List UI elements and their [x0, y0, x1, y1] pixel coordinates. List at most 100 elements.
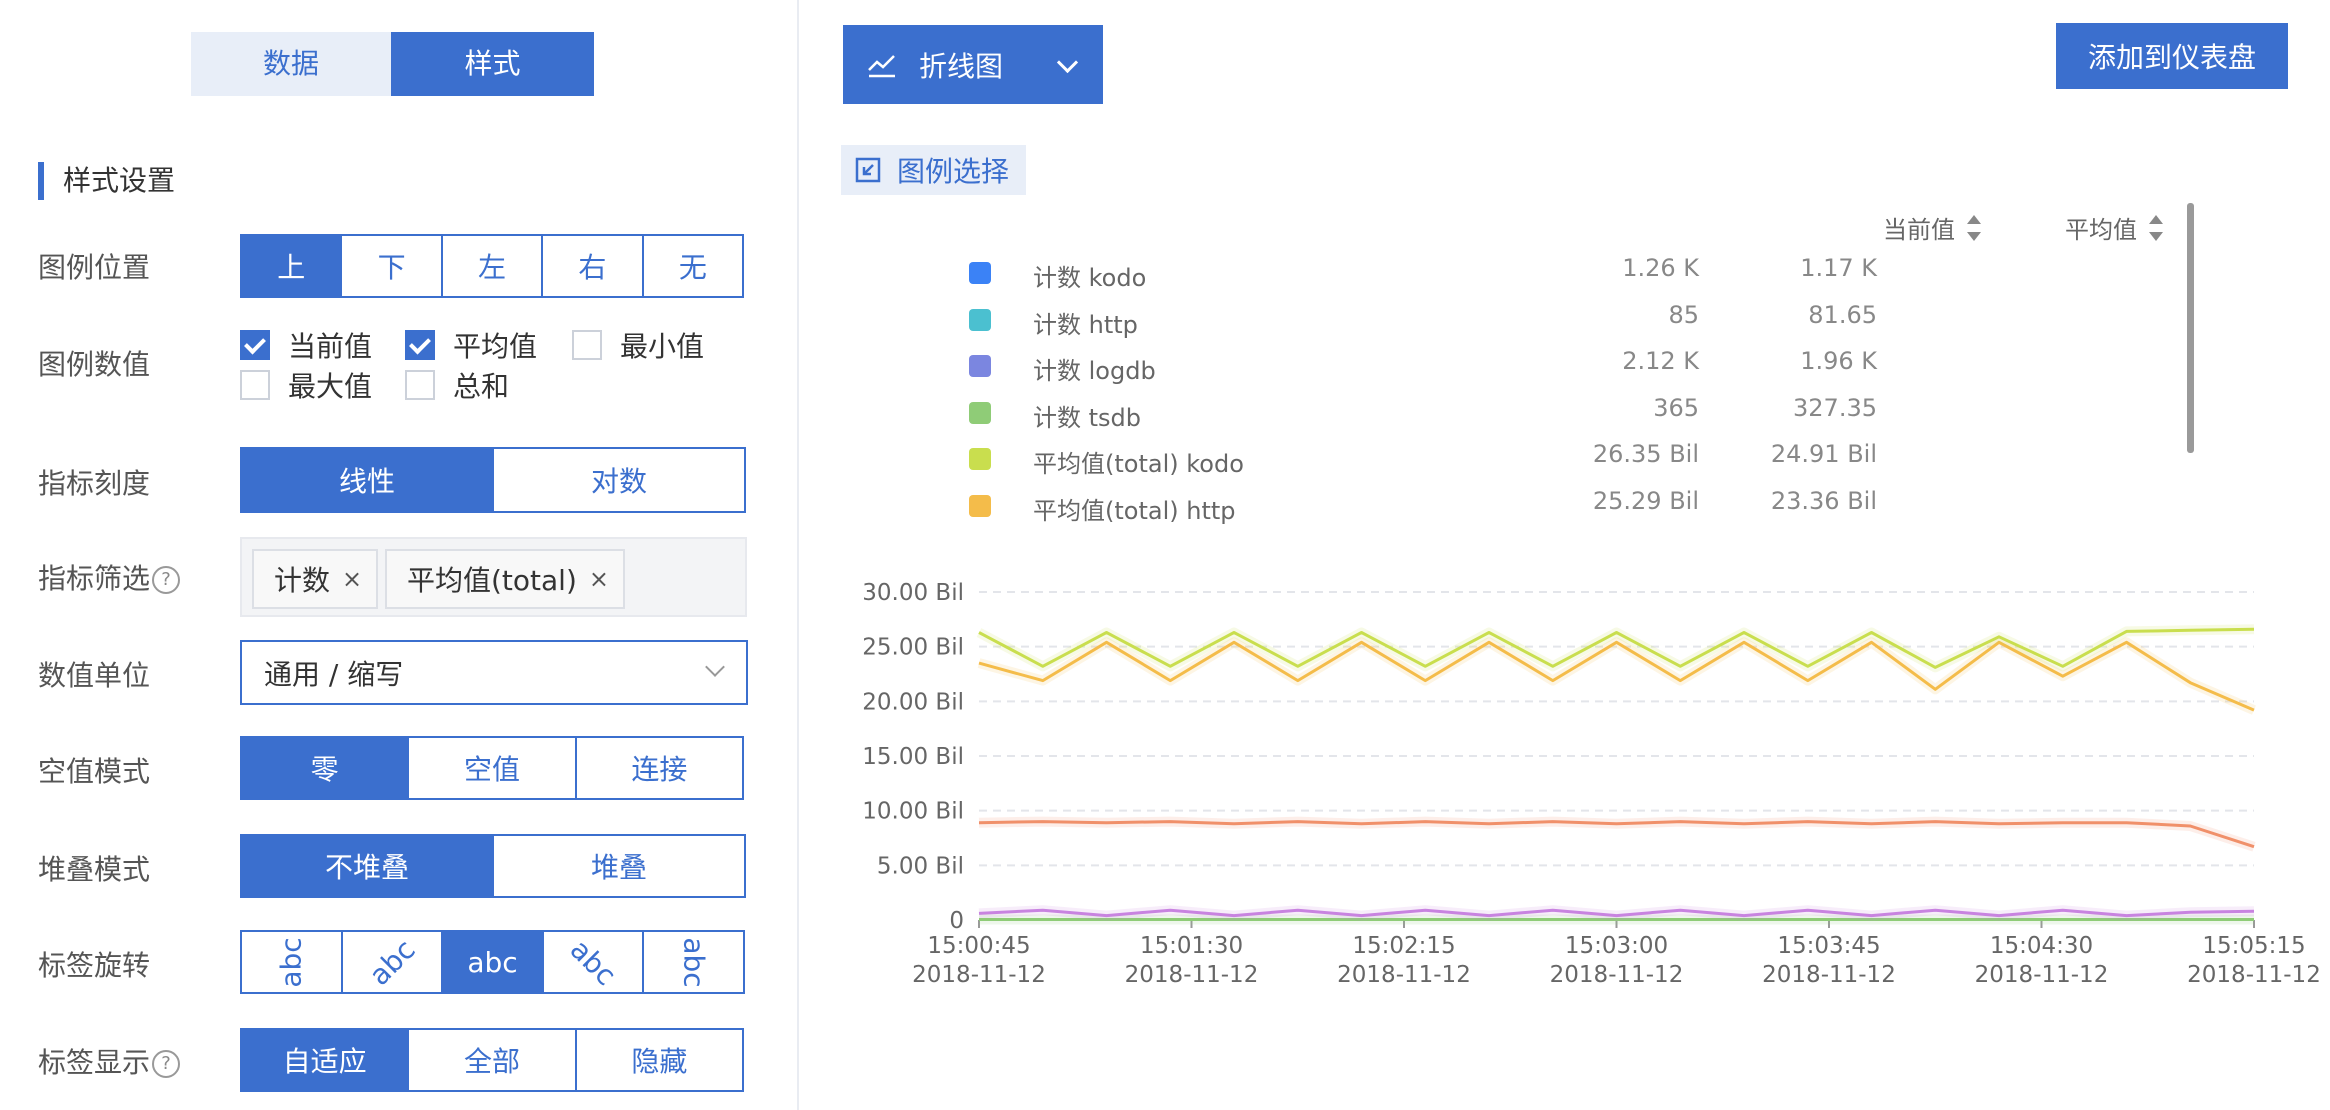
x-tick-label: 15:02:15	[1352, 933, 1455, 959]
checkbox-current-box[interactable]	[240, 330, 270, 360]
legend-position-bottom[interactable]: 下	[340, 236, 440, 296]
stack-mode-none[interactable]: 不堆叠	[242, 836, 492, 896]
legend-select-button[interactable]: 图例选择	[841, 145, 1026, 195]
tab-style[interactable]: 样式	[391, 32, 594, 96]
chart-type-label: 折线图	[919, 49, 1004, 83]
legend-average-value: 1.17 K	[1800, 254, 1877, 282]
null-mode-group: 零 空值 连接	[240, 736, 744, 800]
checkbox-average-label: 平均值	[453, 330, 538, 363]
metric-scale-linear[interactable]: 线性	[242, 449, 492, 511]
value-unit-label: 数值单位	[38, 659, 151, 692]
x-tick-label: 15:03:45	[1777, 933, 1880, 959]
legend-values-label: 图例数值	[38, 348, 151, 381]
legend-header-average[interactable]: 平均值	[2065, 210, 2163, 245]
checkbox-current-label: 当前值	[288, 330, 373, 363]
x-tick-date-label: 2018-11-12	[1550, 962, 1684, 988]
checkbox-min-box[interactable]	[572, 330, 602, 360]
null-mode-label: 空值模式	[38, 755, 151, 788]
legend-row[interactable]: 平均值(total) http 25.29 Bil 23.36 Bil	[799, 483, 2199, 529]
legend-row[interactable]: 计数 kodo 1.26 K 1.17 K	[799, 250, 2199, 296]
label-display-group: 自适应 全部 隐藏	[240, 1028, 744, 1092]
stack-mode-group: 不堆叠 堆叠	[240, 834, 746, 898]
checkbox-max[interactable]: 最大值	[240, 365, 372, 405]
checkbox-average[interactable]: 平均值	[405, 325, 537, 365]
close-icon[interactable]: ×	[589, 565, 609, 593]
label-rotate-neg45[interactable]: abc	[541, 932, 643, 992]
sort-icon[interactable]	[1967, 214, 1981, 241]
null-mode-connect[interactable]: 连接	[574, 738, 742, 798]
add-to-dashboard-button[interactable]: 添加到仪表盘	[2056, 23, 2288, 89]
metric-filter-label: 指标筛选?	[38, 557, 181, 597]
legend-current-value: 1.26 K	[1622, 254, 1699, 282]
rotate-sample: abc	[467, 945, 518, 979]
legend-current-value: 25.29 Bil	[1592, 486, 1699, 515]
chart-type-select[interactable]: 折线图	[843, 25, 1103, 104]
y-tick-label: 25.00 Bil	[862, 635, 964, 661]
legend-position-top[interactable]: 上	[242, 236, 341, 296]
filter-tag-label: 计数	[274, 564, 331, 597]
help-icon[interactable]: ?	[152, 1050, 181, 1078]
legend-header-current-label: 当前值	[1883, 216, 1955, 244]
legend-position-right[interactable]: 右	[541, 236, 641, 296]
stack-mode-label: 堆叠模式	[38, 853, 151, 886]
checkbox-sum-label: 总和	[453, 370, 510, 403]
series-glow	[978, 816, 2256, 852]
label-display-auto[interactable]: 自适应	[242, 1030, 408, 1090]
y-tick-label: 20.00 Bil	[862, 689, 964, 715]
close-icon[interactable]: ×	[342, 565, 362, 593]
legend-current-value: 2.12 K	[1622, 347, 1699, 375]
label-display-label: 标签显示?	[38, 1041, 181, 1081]
checkbox-sum[interactable]: 总和	[405, 365, 509, 405]
legend-position-group: 上 下 左 右 无	[240, 234, 744, 298]
legend-row[interactable]: 计数 tsdb 365 327.35	[799, 390, 2199, 436]
checkbox-sum-box[interactable]	[405, 370, 435, 400]
tab-data[interactable]: 数据	[191, 32, 391, 96]
legend-swatch	[969, 355, 991, 377]
label-rotate-90[interactable]: abc	[242, 932, 341, 992]
legend-header-current[interactable]: 当前值	[1883, 210, 1981, 245]
y-tick-label: 30.00 Bil	[862, 580, 964, 606]
checkbox-current[interactable]: 当前值	[240, 325, 372, 365]
legend-position-none[interactable]: 无	[641, 236, 742, 296]
chevron-down-icon	[705, 657, 725, 677]
legend-position-left[interactable]: 左	[440, 236, 541, 296]
label-rotate-neg90[interactable]: abc	[642, 932, 743, 992]
sort-icon[interactable]	[2149, 214, 2163, 241]
stack-mode-stack[interactable]: 堆叠	[492, 836, 744, 896]
legend-current-value: 26.35 Bil	[1592, 440, 1699, 468]
rotate-sample: abc	[563, 932, 623, 992]
null-mode-zero[interactable]: 零	[242, 738, 408, 798]
value-unit-select[interactable]: 通用 / 缩写	[240, 640, 748, 705]
checkbox-min[interactable]: 最小值	[572, 325, 704, 365]
help-icon[interactable]: ?	[152, 566, 181, 594]
metric-scale-group: 线性 对数	[240, 447, 746, 513]
metric-filter-text: 指标筛选	[38, 562, 151, 595]
legend-swatch	[969, 401, 991, 424]
label-display-text: 标签显示	[38, 1046, 151, 1079]
metric-scale-label: 指标刻度	[38, 467, 151, 500]
checkbox-average-box[interactable]	[405, 330, 435, 360]
section-title: 样式设置	[38, 162, 175, 200]
checkbox-max-box[interactable]	[240, 370, 270, 400]
label-display-all[interactable]: 全部	[407, 1030, 574, 1090]
metric-filter-input[interactable]: 计数 × 平均值(total) ×	[240, 537, 747, 617]
config-tabs: 数据 样式	[191, 32, 594, 96]
legend-average-value: 24.91 Bil	[1770, 440, 1877, 468]
label-rotate-group: abc abc abc abc abc	[240, 930, 745, 994]
label-display-hide[interactable]: 隐藏	[574, 1030, 742, 1090]
metric-scale-log[interactable]: 对数	[492, 449, 744, 511]
legend-series-name: 计数 http	[1033, 310, 1138, 339]
legend-swatch	[969, 308, 991, 331]
x-tick-label: 15:04:30	[1990, 933, 2093, 959]
rotate-sample: abc	[274, 936, 308, 988]
legend-swatch	[969, 494, 991, 517]
legend-row[interactable]: 计数 http 85 81.65	[799, 297, 2199, 343]
legend-row[interactable]: 平均值(total) kodo 26.35 Bil 24.91 Bil	[799, 436, 2199, 482]
y-tick-label: 5.00 Bil	[877, 853, 964, 879]
legend-series-name: 平均值(total) kodo	[1033, 450, 1244, 478]
legend-row[interactable]: 计数 logdb 2.12 K 1.96 K	[799, 343, 2199, 389]
null-mode-null[interactable]: 空值	[407, 738, 574, 798]
label-rotate-0[interactable]: abc	[441, 932, 542, 992]
label-rotate-45[interactable]: abc	[340, 932, 442, 992]
checkbox-max-label: 最大值	[288, 370, 373, 403]
